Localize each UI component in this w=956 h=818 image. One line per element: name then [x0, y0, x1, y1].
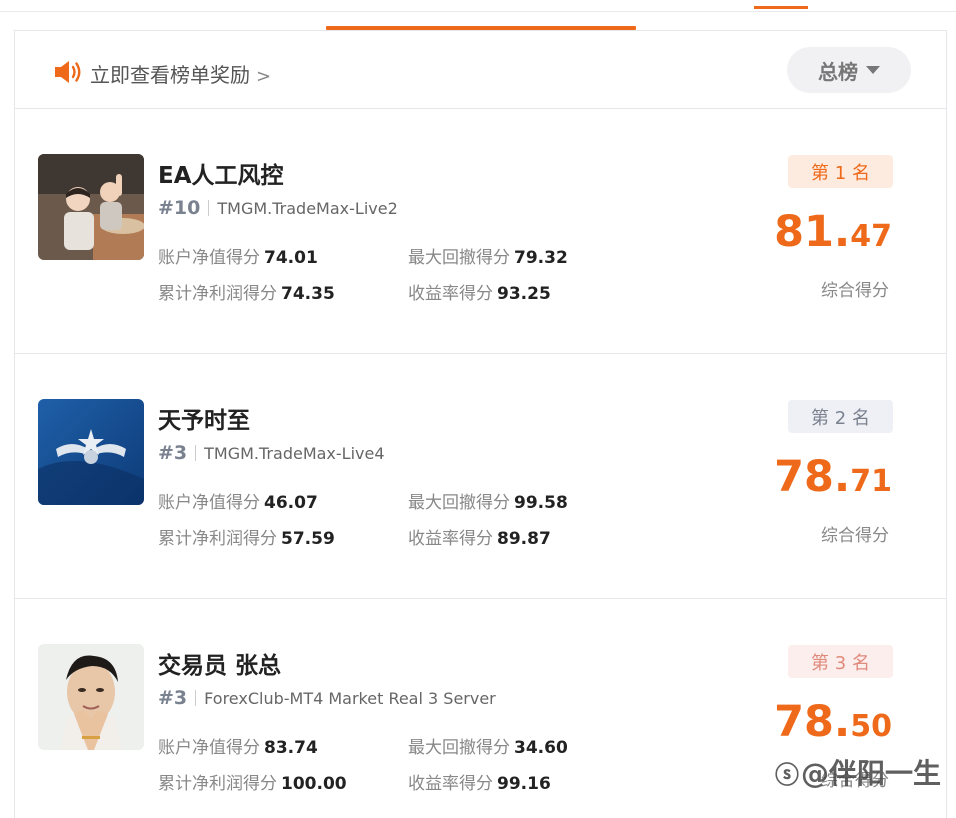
watermark: ⓢ@伴阳一生: [775, 752, 941, 792]
stat-value: 89.87: [497, 529, 551, 549]
stat-equity: 账户净值得分 83.74: [158, 733, 318, 758]
rank-badge: 第 3 名: [788, 645, 893, 678]
score-decimal: 50: [850, 709, 892, 744]
divider: [195, 445, 197, 461]
account-number: #10: [158, 197, 201, 219]
stat-equity: 账户净值得分 74.01: [158, 243, 318, 268]
rank-type-label: 总榜: [818, 59, 858, 84]
stat-value: 79.32: [514, 248, 568, 268]
stat-label: 收益率得分: [408, 774, 493, 794]
reward-link[interactable]: 立即查看榜单奖励 >: [90, 59, 271, 88]
stat-value: 74.35: [281, 284, 335, 304]
stat-net-profit: 累计净利润得分 100.00: [158, 769, 347, 794]
rank-badge: 第 2 名: [788, 400, 893, 433]
stat-label: 账户净值得分: [158, 248, 260, 268]
score-integer: 78.: [774, 452, 851, 502]
composite-score: 81.47: [774, 207, 892, 257]
avatar: [38, 399, 144, 505]
composite-score: 78.71: [774, 452, 892, 502]
trader-name[interactable]: 天予时至: [158, 401, 250, 435]
stat-return: 收益率得分 99.16: [408, 769, 551, 794]
top-tab-bar: [0, 0, 956, 12]
stat-label: 最大回撤得分: [408, 248, 510, 268]
stat-net-profit: 累计净利润得分 74.35: [158, 279, 335, 304]
stat-return: 收益率得分 93.25: [408, 279, 551, 304]
stat-label: 账户净值得分: [158, 738, 260, 758]
stat-value: 83.74: [264, 738, 318, 758]
stat-drawdown: 最大回撤得分 79.32: [408, 243, 568, 268]
ranking-card[interactable]: 天予时至 #3 TMGM.TradeMax-Live4 账户净值得分 46.07 …: [15, 354, 946, 599]
ranking-card[interactable]: EA人工风控 #10 TMGM.TradeMax-Live2 账户净值得分 74.…: [15, 109, 946, 354]
chevron-right-icon: >: [256, 66, 272, 87]
stat-equity: 账户净值得分 46.07: [158, 488, 318, 513]
stat-drawdown: 最大回撤得分 99.58: [408, 488, 568, 513]
reward-link-label: 立即查看榜单奖励: [90, 63, 250, 87]
stat-drawdown: 最大回撤得分 34.60: [408, 733, 568, 758]
stat-return: 收益率得分 89.87: [408, 524, 551, 549]
stat-value: 46.07: [264, 493, 318, 513]
stat-label: 累计净利润得分: [158, 529, 277, 549]
active-tab-indicator-small: [754, 6, 808, 9]
avatar: [38, 154, 144, 260]
stat-net-profit: 累计净利润得分 57.59: [158, 524, 335, 549]
stat-value: 74.01: [264, 248, 318, 268]
score-decimal: 47: [850, 219, 892, 254]
stat-value: 99.16: [497, 774, 551, 794]
stat-label: 收益率得分: [408, 529, 493, 549]
composite-score: 78.50: [774, 697, 892, 747]
stat-value: 99.58: [514, 493, 568, 513]
stat-value: 100.00: [281, 774, 347, 794]
trader-name[interactable]: 交易员 张总: [158, 646, 281, 680]
ranking-panel: 立即查看榜单奖励 > 总榜 EA人工风控 #10 TMGM.TradeMax-L…: [14, 30, 947, 818]
score-decimal: 71: [850, 464, 892, 499]
avatar: [38, 644, 144, 750]
score-label: 综合得分: [821, 281, 889, 301]
score-integer: 78.: [774, 697, 851, 747]
divider: [195, 690, 197, 706]
watermark-text: @伴阳一生: [801, 757, 942, 790]
stat-label: 最大回撤得分: [408, 493, 510, 513]
stat-label: 累计净利润得分: [158, 284, 277, 304]
server-name: TMGM.TradeMax-Live2: [217, 198, 398, 218]
stat-label: 最大回撤得分: [408, 738, 510, 758]
divider: [208, 200, 210, 216]
stat-value: 57.59: [281, 529, 335, 549]
server-name: ForexClub-MT4 Market Real 3 Server: [204, 688, 496, 708]
caret-down-icon: [866, 66, 880, 74]
account-meta: #3 TMGM.TradeMax-Live4: [158, 442, 385, 464]
stat-label: 累计净利润得分: [158, 774, 277, 794]
trader-name[interactable]: EA人工风控: [158, 156, 284, 190]
account-meta: #10 TMGM.TradeMax-Live2: [158, 197, 398, 219]
rank-badge: 第 1 名: [788, 155, 893, 188]
stat-value: 93.25: [497, 284, 551, 304]
stat-label: 收益率得分: [408, 284, 493, 304]
server-name: TMGM.TradeMax-Live4: [204, 443, 385, 463]
speaker-icon: [55, 61, 81, 83]
account-meta: #3 ForexClub-MT4 Market Real 3 Server: [158, 687, 496, 709]
score-label: 综合得分: [821, 526, 889, 546]
leaderboard-page: 立即查看榜单奖励 > 总榜 EA人工风控 #10 TMGM.TradeMax-L…: [0, 0, 956, 818]
account-number: #3: [158, 687, 188, 709]
rank-type-dropdown[interactable]: 总榜: [787, 47, 911, 93]
stat-value: 34.60: [514, 738, 568, 758]
panel-header: 立即查看榜单奖励 > 总榜: [15, 31, 946, 109]
account-number: #3: [158, 442, 188, 464]
score-integer: 81.: [774, 207, 851, 257]
weibo-icon: ⓢ: [775, 761, 799, 789]
stat-label: 账户净值得分: [158, 493, 260, 513]
